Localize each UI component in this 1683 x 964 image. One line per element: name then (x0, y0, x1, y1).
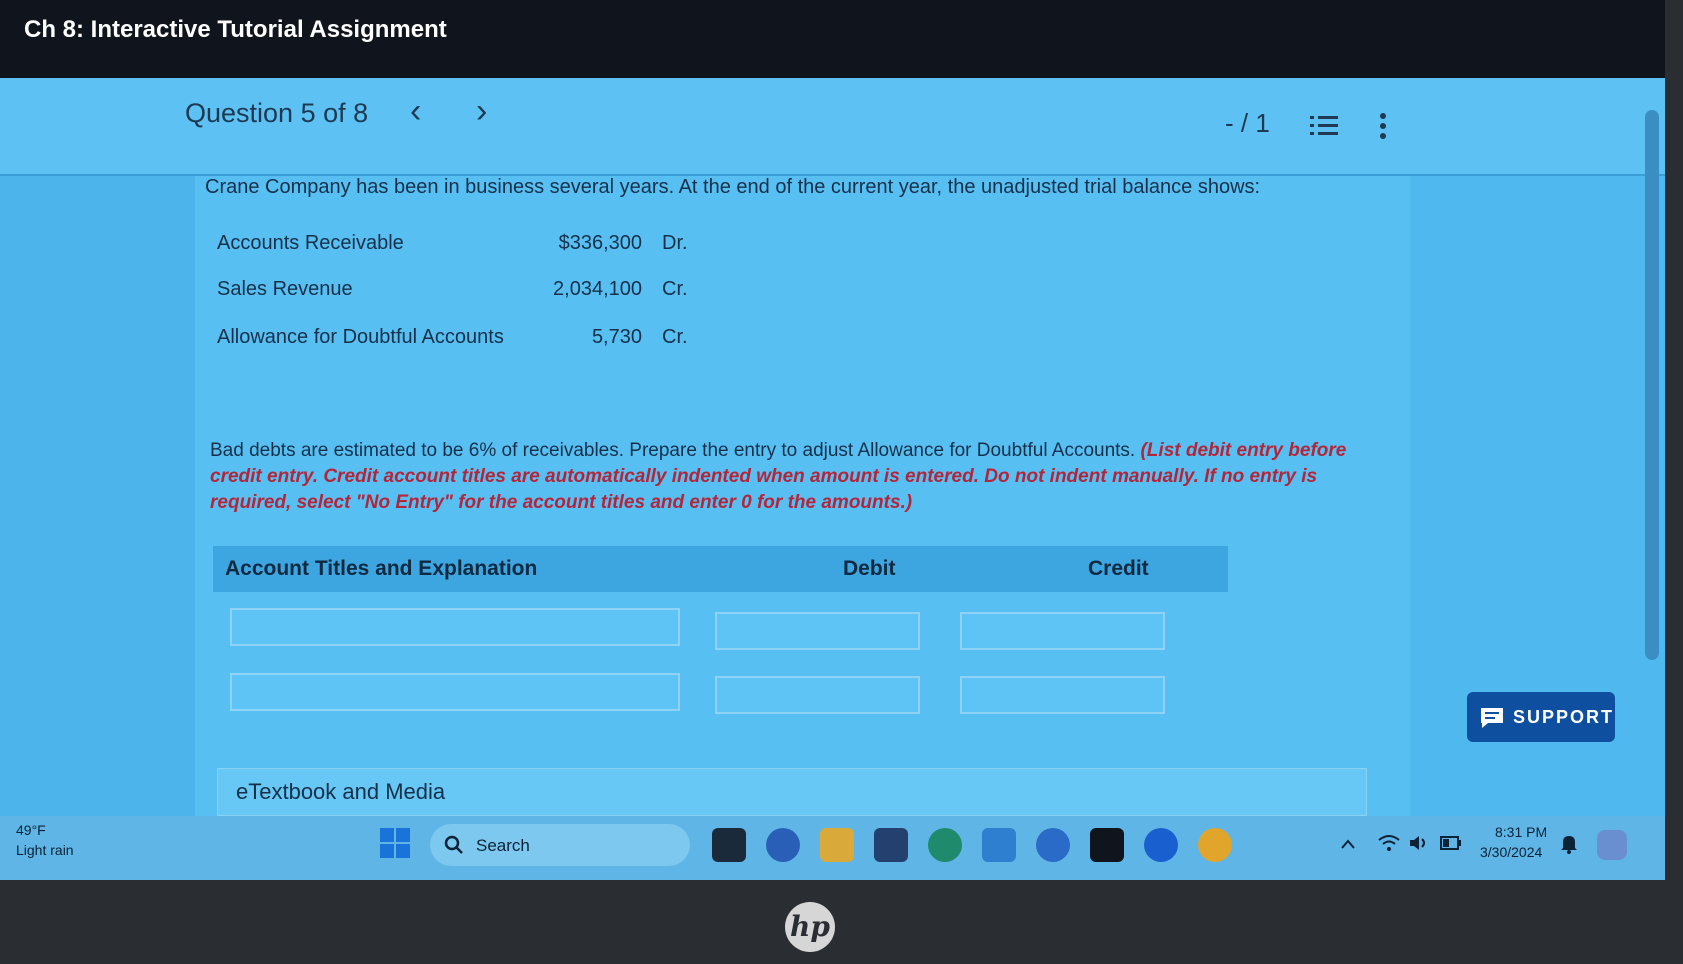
trial-balance-amount: $336,300 (558, 232, 642, 254)
zoom-icon[interactable] (1144, 828, 1178, 862)
problem-intro: Crane Company has been in business sever… (205, 176, 1261, 198)
trial-balance-account: Sales Revenue (217, 278, 353, 300)
hp-logo: hp (785, 902, 835, 952)
journal-credit-input[interactable] (960, 676, 1165, 714)
screen: Ch 8: Interactive Tutorial Assignment Qu… (0, 0, 1665, 880)
more-options-icon[interactable] (1378, 112, 1388, 140)
etextbook-media-section[interactable]: eTextbook and Media (217, 768, 1367, 816)
search-icon (444, 835, 463, 854)
support-label: SUPPORT (1513, 707, 1615, 727)
trial-balance-amount: 5,730 (591, 326, 642, 348)
meet-icon[interactable] (766, 828, 800, 862)
trial-balance-amount: 2,034,100 (553, 278, 642, 300)
prev-question-button[interactable]: ‹ (410, 92, 421, 131)
taskbar-search[interactable]: Search (430, 824, 690, 866)
browser-icon[interactable] (1036, 828, 1070, 862)
trial-balance-side: Dr. (662, 232, 688, 254)
journal-credit-input[interactable] (960, 612, 1165, 650)
support-button[interactable]: SUPPORT (1467, 692, 1615, 742)
scrollbar[interactable] (1645, 110, 1659, 660)
next-question-button[interactable]: › (476, 92, 487, 131)
etextbook-media-label: eTextbook and Media (236, 779, 446, 804)
app-icon[interactable] (982, 828, 1016, 862)
title-bar: Ch 8: Interactive Tutorial Assignment (0, 0, 1665, 78)
weather-temp[interactable]: 49°F (16, 822, 46, 838)
journal-header: Account Titles and Explanation Debit Cre… (213, 546, 1228, 592)
journal-header-debit: Debit (843, 557, 896, 580)
edge-icon[interactable] (928, 828, 962, 862)
chevron-up-icon[interactable] (1340, 838, 1356, 850)
file-explorer-icon[interactable] (820, 828, 854, 862)
trial-balance-row: Sales Revenue 2,034,100 Cr. (217, 278, 697, 308)
search-label: Search (476, 836, 530, 855)
question-label: Question 5 of 8 (185, 98, 369, 128)
weather-desc[interactable]: Light rain (16, 842, 74, 858)
problem-instruction: Bad debts are estimated to be 6% of rece… (210, 438, 1385, 516)
taskview-icon[interactable] (712, 828, 746, 862)
battery-icon[interactable] (1440, 836, 1462, 850)
trial-balance-side: Cr. (662, 326, 688, 348)
chat-icon (1481, 708, 1503, 728)
trial-balance-account: Allowance for Doubtful Accounts (217, 326, 504, 348)
copilot-icon[interactable] (1597, 830, 1627, 860)
store-icon[interactable] (874, 828, 908, 862)
taskbar: 49°F Light rain Search 8:31 PM 3/30/2024 (0, 816, 1665, 880)
journal-account-input[interactable] (230, 673, 680, 711)
question-content: Crane Company has been in business sever… (195, 176, 1410, 816)
trial-balance-side: Cr. (662, 278, 688, 300)
trial-balance-row: Accounts Receivable $336,300 Dr. (217, 232, 697, 262)
chrome-icon[interactable] (1198, 828, 1232, 862)
clock-date[interactable]: 3/30/2024 (1480, 844, 1542, 860)
wifi-icon[interactable] (1378, 834, 1400, 852)
trial-balance-account: Accounts Receivable (217, 232, 404, 254)
journal-debit-input[interactable] (715, 676, 920, 714)
window-title: Ch 8: Interactive Tutorial Assignment (24, 16, 447, 43)
question-header: Question 5 of 8 ‹ › - / 1 (0, 78, 1665, 176)
clock-time[interactable]: 8:31 PM (1495, 824, 1547, 840)
instruction-text: Bad debts are estimated to be 6% of rece… (210, 440, 1136, 461)
volume-icon[interactable] (1408, 834, 1430, 852)
journal-header-credit: Credit (1088, 557, 1149, 580)
windows-start-icon[interactable] (380, 828, 410, 858)
left-margin (0, 176, 195, 816)
question-score: - / 1 (1225, 108, 1270, 138)
journal-debit-input[interactable] (715, 612, 920, 650)
notification-bell-icon[interactable] (1560, 834, 1578, 854)
shield-app-icon[interactable] (1090, 828, 1124, 862)
question-list-icon[interactable] (1310, 114, 1338, 138)
journal-account-input[interactable] (230, 608, 680, 646)
trial-balance-row: Allowance for Doubtful Accounts 5,730 Cr… (217, 326, 697, 356)
journal-header-account: Account Titles and Explanation (225, 557, 538, 580)
